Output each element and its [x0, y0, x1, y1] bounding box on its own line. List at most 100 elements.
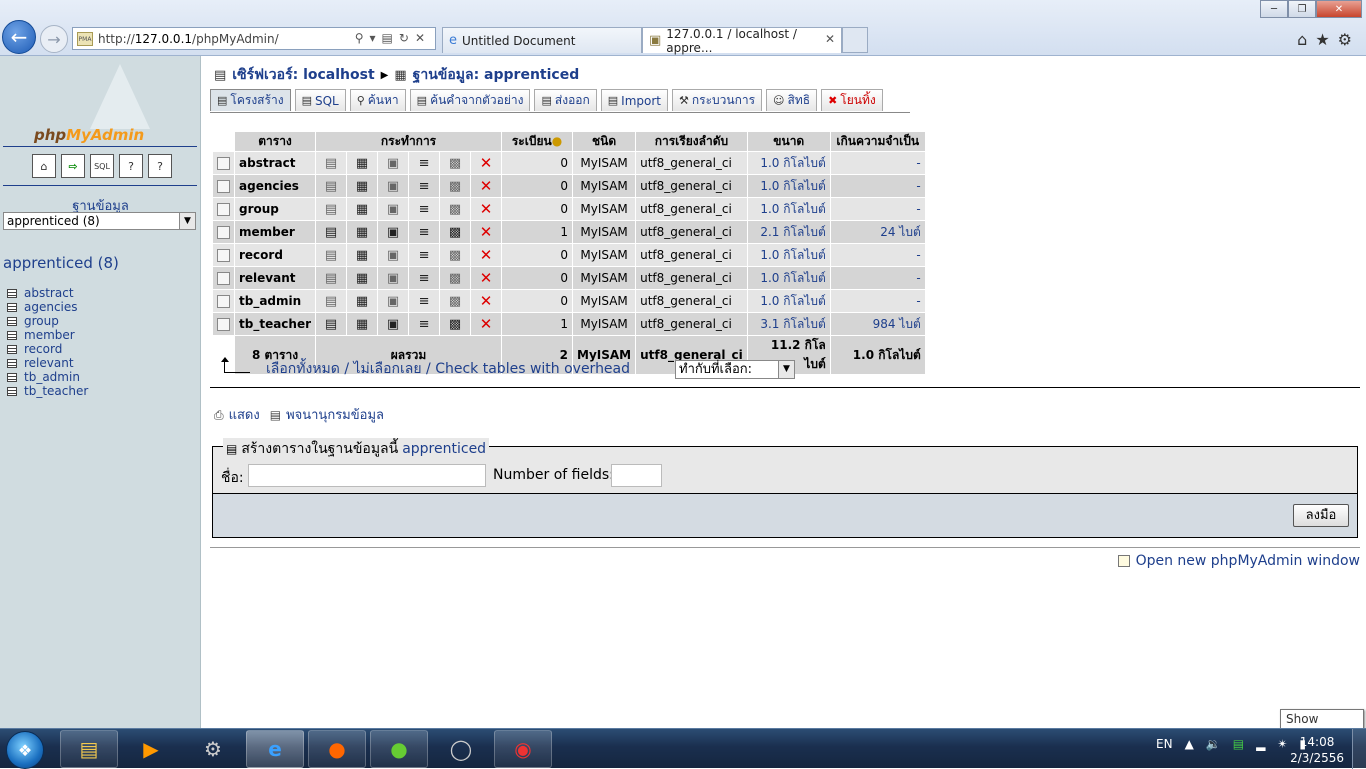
- tray-expand-icon[interactable]: ▲: [1185, 737, 1194, 751]
- tab-operations[interactable]: ⚒ กระบวนการ: [672, 89, 763, 111]
- insert-icon[interactable]: ≡: [409, 267, 440, 289]
- insert-icon[interactable]: ≡: [409, 313, 440, 335]
- uncheck-all-link[interactable]: ไม่เลือกเลย: [354, 358, 422, 380]
- tab-drop[interactable]: ✖ โยนทิ้ง: [821, 89, 883, 111]
- clock[interactable]: 14:08 2/3/2556: [1290, 734, 1344, 766]
- dreamweaver-taskbar-button[interactable]: ●: [370, 730, 428, 768]
- dropdown-icon[interactable]: ▾: [370, 31, 382, 45]
- app-taskbar-button[interactable]: ◯: [432, 730, 490, 768]
- network-taskbar-button[interactable]: ⚙: [184, 730, 242, 768]
- browse-icon[interactable]: ▤: [316, 313, 347, 335]
- database-select[interactable]: apprenticed (8) ▼: [3, 212, 196, 230]
- row-overhead[interactable]: 984 ไบต์: [830, 313, 925, 335]
- sql-query-icon[interactable]: SQL: [90, 154, 114, 178]
- row-size[interactable]: 1.0 กิโลไบต์: [747, 152, 830, 174]
- home-icon[interactable]: ⌂: [1297, 30, 1315, 49]
- empty-icon[interactable]: ▩: [440, 221, 471, 243]
- browse-icon[interactable]: ▤: [316, 175, 347, 197]
- browse-icon[interactable]: ▤: [316, 267, 347, 289]
- chevron-down-icon[interactable]: ▼: [778, 361, 794, 378]
- search-icon[interactable]: ▣: [378, 290, 409, 312]
- database-heading[interactable]: apprenticed (8): [3, 254, 119, 272]
- breadcrumb-server[interactable]: เซิร์ฟเวอร์: localhost: [232, 64, 374, 86]
- minimize-button[interactable]: ─: [1260, 0, 1288, 18]
- chevron-down-icon[interactable]: ▼: [179, 213, 195, 229]
- row-checkbox[interactable]: [217, 317, 230, 331]
- insert-icon[interactable]: ≡: [409, 221, 440, 243]
- browse-icon[interactable]: ▤: [316, 198, 347, 220]
- row-checkbox[interactable]: [217, 294, 230, 308]
- row-name[interactable]: tb_teacher: [235, 313, 316, 335]
- structure-icon[interactable]: ▦: [347, 313, 378, 335]
- close-tab-icon[interactable]: ✕: [825, 32, 835, 46]
- address-bar[interactable]: PMA http://127.0.0.1/phpMyAdmin/ ⚲▾▤↻✕: [72, 27, 436, 50]
- row-name[interactable]: abstract: [235, 152, 316, 174]
- ie-taskbar-button[interactable]: e: [246, 730, 304, 768]
- sidebar-table-item[interactable]: tb_admin: [7, 370, 88, 384]
- insert-icon[interactable]: ≡: [409, 152, 440, 174]
- back-button[interactable]: ←: [2, 20, 36, 54]
- browse-icon[interactable]: ▤: [316, 152, 347, 174]
- search-icon[interactable]: ▣: [378, 175, 409, 197]
- sidebar-table-item[interactable]: relevant: [7, 356, 88, 370]
- drop-icon[interactable]: ✕: [471, 244, 502, 266]
- header-table[interactable]: ตาราง: [235, 132, 316, 151]
- favorites-star-icon[interactable]: ★: [1315, 30, 1337, 49]
- explorer-taskbar-button[interactable]: ▤: [60, 730, 118, 768]
- empty-icon[interactable]: ▩: [440, 244, 471, 266]
- search-icon[interactable]: ▣: [378, 198, 409, 220]
- table-icon[interactable]: [7, 372, 17, 382]
- drop-icon[interactable]: ✕: [471, 198, 502, 220]
- maximize-button[interactable]: ❐: [1288, 0, 1316, 18]
- check-all-link[interactable]: เลือกทั้งหมด: [266, 358, 340, 380]
- sidebar-table-item[interactable]: abstract: [7, 286, 88, 300]
- row-name[interactable]: member: [235, 221, 316, 243]
- refresh-icon[interactable]: ↻: [399, 31, 415, 45]
- gear-icon[interactable]: ⚙: [1338, 30, 1360, 49]
- insert-icon[interactable]: ≡: [409, 244, 440, 266]
- drop-icon[interactable]: ✕: [471, 290, 502, 312]
- sidebar-table-item[interactable]: record: [7, 342, 88, 356]
- stop-icon[interactable]: ✕: [415, 31, 431, 45]
- header-records[interactable]: ระเบียน●: [502, 132, 573, 151]
- open-new-window-link[interactable]: Open new phpMyAdmin window: [1117, 553, 1360, 569]
- browse-icon[interactable]: ▤: [316, 221, 347, 243]
- search-icon[interactable]: ▣: [378, 244, 409, 266]
- tab-sql[interactable]: ▤ SQL: [294, 89, 346, 111]
- row-checkbox[interactable]: [217, 225, 230, 239]
- tab-structure[interactable]: ▤ โครงสร้าง: [210, 89, 291, 111]
- tab-query[interactable]: ▤ ค้นคำจากตัวอย่าง: [409, 89, 531, 111]
- signal-icon[interactable]: ▂: [1256, 737, 1265, 751]
- volume-icon[interactable]: 🔉: [1206, 737, 1221, 751]
- row-size[interactable]: 1.0 กิโลไบต์: [747, 267, 830, 289]
- row-size[interactable]: 1.0 กิโลไบต์: [747, 290, 830, 312]
- empty-icon[interactable]: ▩: [440, 152, 471, 174]
- go-button[interactable]: ลงมือ: [1293, 504, 1349, 527]
- data-dictionary-link[interactable]: ▤ พจนานุกรมข้อมูล: [270, 404, 384, 425]
- empty-icon[interactable]: ▩: [440, 313, 471, 335]
- row-size[interactable]: 3.1 กิโลไบต์: [747, 313, 830, 335]
- drop-icon[interactable]: ✕: [471, 221, 502, 243]
- new-tab-button[interactable]: [842, 27, 868, 53]
- sidebar-table-item[interactable]: tb_teacher: [7, 384, 88, 398]
- table-icon[interactable]: [7, 288, 17, 298]
- table-icon[interactable]: [7, 344, 17, 354]
- tab-privileges[interactable]: ☺ สิทธิ: [766, 89, 818, 111]
- battery-icon[interactable]: ▤: [1233, 737, 1244, 751]
- table-icon[interactable]: [7, 316, 17, 326]
- row-name[interactable]: agencies: [235, 175, 316, 197]
- search-icon[interactable]: ▣: [378, 221, 409, 243]
- firefox-taskbar-button[interactable]: ●: [308, 730, 366, 768]
- search-icon[interactable]: ⚲: [355, 31, 370, 45]
- home-icon[interactable]: ⌂: [32, 154, 56, 178]
- row-size[interactable]: 2.1 กิโลไบต์: [747, 221, 830, 243]
- tab-export[interactable]: ▤ ส่งออก: [534, 89, 597, 111]
- structure-icon[interactable]: ▦: [347, 152, 378, 174]
- sidebar-table-item[interactable]: agencies: [7, 300, 88, 314]
- table-name-input[interactable]: [248, 464, 486, 487]
- row-name[interactable]: group: [235, 198, 316, 220]
- tab-import[interactable]: ▤ Import: [600, 89, 668, 111]
- row-name[interactable]: tb_admin: [235, 290, 316, 312]
- table-icon[interactable]: [7, 302, 17, 312]
- structure-icon[interactable]: ▦: [347, 267, 378, 289]
